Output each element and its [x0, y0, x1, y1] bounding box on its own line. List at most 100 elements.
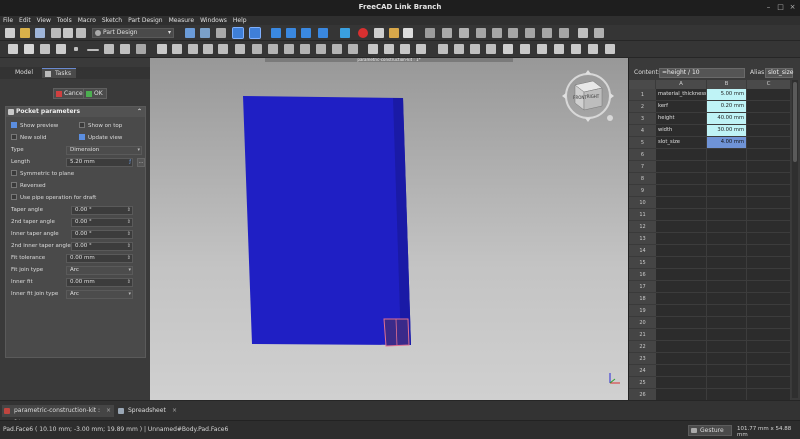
- spin-icon[interactable]: ⇕: [127, 207, 131, 214]
- spin-icon[interactable]: ⇕: [127, 255, 131, 262]
- cell-b[interactable]: [707, 209, 747, 221]
- record-macro-icon[interactable]: [358, 28, 368, 38]
- cell-a[interactable]: [656, 221, 707, 233]
- row-header[interactable]: 15: [629, 257, 656, 269]
- cell-c[interactable]: [747, 269, 791, 281]
- view-top-icon[interactable]: [492, 28, 502, 38]
- select-icon[interactable]: [216, 28, 226, 38]
- helix-icon[interactable]: [218, 44, 228, 54]
- view-left-icon[interactable]: [559, 28, 569, 38]
- cell-c[interactable]: [747, 101, 791, 113]
- cell-c[interactable]: [747, 305, 791, 317]
- subtractive-helix-icon[interactable]: [332, 44, 342, 54]
- cell-b[interactable]: 4.00 mm: [707, 137, 747, 149]
- tab-tasks[interactable]: Tasks: [42, 68, 77, 78]
- length-input[interactable]: 5.20 mm ƒ: [66, 158, 133, 167]
- polar-pattern-icon[interactable]: [400, 44, 410, 54]
- stop-macro-icon[interactable]: [374, 28, 384, 38]
- new-solid-checkbox[interactable]: New solid: [11, 133, 47, 143]
- show-preview-checkbox[interactable]: Show preview: [11, 121, 58, 131]
- row-header[interactable]: 2: [629, 101, 656, 113]
- cell-b[interactable]: [707, 293, 747, 305]
- open-file-icon[interactable]: [20, 28, 30, 38]
- menu-sketch[interactable]: Sketch: [99, 16, 125, 25]
- cell-b[interactable]: [707, 245, 747, 257]
- cell-a[interactable]: [656, 305, 707, 317]
- cell-c[interactable]: [747, 377, 791, 389]
- cell-a[interactable]: [656, 269, 707, 281]
- cell-b[interactable]: [707, 329, 747, 341]
- nav-arrow-up-icon[interactable]: [585, 70, 591, 74]
- spin-icon[interactable]: ⇕: [127, 219, 131, 226]
- cell-a[interactable]: [656, 329, 707, 341]
- pipe-draft-checkbox[interactable]: Use pipe operation for draft: [11, 193, 96, 203]
- cell-b[interactable]: [707, 221, 747, 233]
- cell-b[interactable]: [707, 257, 747, 269]
- validate-sketch-icon[interactable]: [40, 44, 50, 54]
- cut-icon[interactable]: [51, 28, 61, 38]
- cell-a[interactable]: [656, 317, 707, 329]
- cell-a[interactable]: [656, 341, 707, 353]
- length-more-button[interactable]: …: [137, 158, 145, 167]
- sub-shape-binder-icon[interactable]: [605, 44, 615, 54]
- cell-b[interactable]: [707, 149, 747, 161]
- taper2-angle-input[interactable]: 0.00 ° ⇕: [71, 218, 133, 227]
- row-header[interactable]: 20: [629, 317, 656, 329]
- cell-c[interactable]: [747, 257, 791, 269]
- menu-tools[interactable]: Tools: [54, 16, 75, 25]
- additive-primitive-icon[interactable]: [235, 44, 245, 54]
- selection-filter-icon[interactable]: [232, 27, 244, 39]
- hole-icon[interactable]: [268, 44, 278, 54]
- expression-icon[interactable]: ƒ: [129, 159, 131, 166]
- cell-c[interactable]: [747, 137, 791, 149]
- view-front-icon[interactable]: [476, 28, 486, 38]
- fit-tolerance-input[interactable]: 0.00 mm ⇕: [66, 254, 133, 263]
- wrap-icon[interactable]: [537, 44, 547, 54]
- inner-taper-input[interactable]: 0.00 ° ⇕: [71, 230, 133, 239]
- row-header[interactable]: 16: [629, 269, 656, 281]
- navigation-cube[interactable]: FRONT RIGHT: [560, 68, 620, 128]
- cell-b[interactable]: [707, 353, 747, 365]
- update-view-checkbox[interactable]: Update view: [79, 133, 122, 143]
- groove-icon[interactable]: [284, 44, 294, 54]
- cell-b[interactable]: [707, 365, 747, 377]
- new-file-icon[interactable]: [5, 28, 15, 38]
- cell-a[interactable]: [656, 245, 707, 257]
- cell-a[interactable]: [656, 233, 707, 245]
- pad-icon[interactable]: [157, 44, 167, 54]
- line-icon[interactable]: [87, 49, 99, 51]
- loft-icon[interactable]: [188, 44, 198, 54]
- show-on-top-checkbox[interactable]: Show on top: [79, 121, 122, 131]
- row-header[interactable]: 5: [629, 137, 656, 149]
- scroll-thumb[interactable]: [793, 82, 797, 162]
- plane-icon[interactable]: [104, 44, 114, 54]
- cell-c[interactable]: [747, 149, 791, 161]
- cell-a[interactable]: [656, 257, 707, 269]
- involute-gear-icon[interactable]: [571, 44, 581, 54]
- refresh-icon[interactable]: [200, 28, 210, 38]
- boolean-icon[interactable]: [503, 44, 513, 54]
- cell-b[interactable]: 40.00 mm: [707, 113, 747, 125]
- cell-a[interactable]: [656, 353, 707, 365]
- body-icon[interactable]: [8, 44, 18, 54]
- cell-b[interactable]: [707, 281, 747, 293]
- row-header[interactable]: 10: [629, 197, 656, 209]
- cell-a[interactable]: material_thickness: [656, 89, 707, 101]
- document-icon[interactable]: [594, 28, 604, 38]
- cell-c[interactable]: [747, 161, 791, 173]
- row-header[interactable]: 4: [629, 125, 656, 137]
- chamfer-icon[interactable]: [454, 44, 464, 54]
- 3d-viewport[interactable]: parametric-construction-kit : 1* FRONT R…: [150, 58, 628, 400]
- tab-spreadsheet[interactable]: Spreadsheet ×: [116, 405, 180, 417]
- row-header[interactable]: 22: [629, 341, 656, 353]
- paste-icon[interactable]: [76, 28, 86, 38]
- box-select-icon[interactable]: [249, 27, 261, 39]
- coordinate-system-icon[interactable]: [120, 44, 130, 54]
- cell-b[interactable]: [707, 197, 747, 209]
- cell-c[interactable]: [747, 173, 791, 185]
- cell-c[interactable]: [747, 317, 791, 329]
- alias-input[interactable]: slot_size: [765, 68, 793, 78]
- nav-arrow-right-icon[interactable]: [610, 93, 614, 99]
- point-icon[interactable]: [74, 47, 78, 51]
- close-tab-icon[interactable]: ×: [172, 405, 177, 417]
